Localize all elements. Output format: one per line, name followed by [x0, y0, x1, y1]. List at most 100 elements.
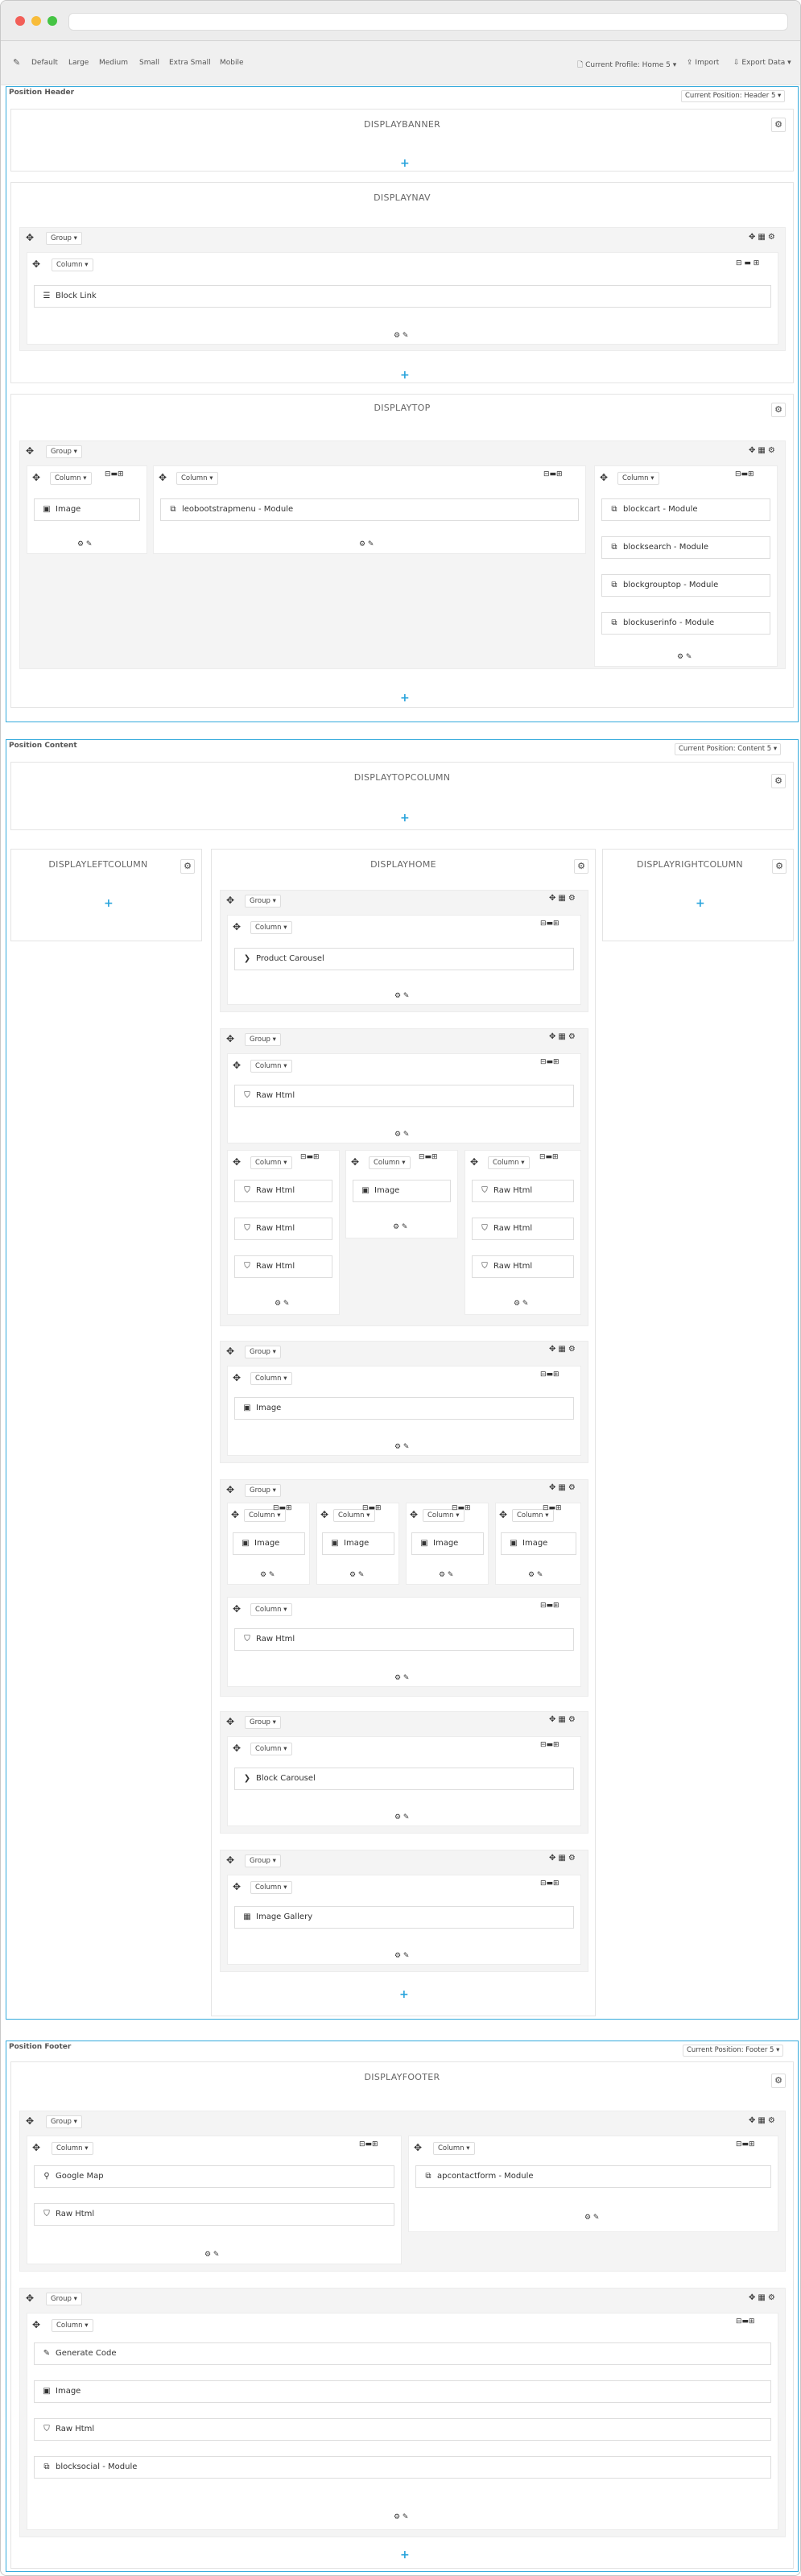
block-element[interactable]: ⛉ Raw Html — [234, 1218, 332, 1240]
column-dropdown[interactable]: Column ▾ — [250, 1603, 292, 1616]
move-handle-icon[interactable]: ✥ — [410, 1510, 418, 1520]
block-element[interactable]: ❯ Block Carousel — [234, 1768, 574, 1790]
block-element[interactable]: ⛉ Raw Html — [472, 1180, 574, 1202]
block-element[interactable]: ▣ Image — [34, 2380, 771, 2403]
move-handle-icon[interactable]: ✥ — [226, 1855, 234, 1865]
column-settings-icons[interactable]: ⚙ ✎ — [393, 1223, 407, 1231]
column-size-icons[interactable]: ⊟▬⊞ — [543, 1504, 562, 1512]
device-small[interactable]: Small — [139, 59, 159, 67]
move-handle-icon[interactable]: ✥ — [32, 2143, 40, 2152]
column-size-icons[interactable]: ⊟▬⊞ — [452, 1504, 471, 1512]
device-extra-small[interactable]: Extra Small — [169, 59, 211, 67]
add-group-plus-icon[interactable]: + — [400, 812, 410, 824]
group-action-icons[interactable]: ✥▦⚙ — [749, 2293, 778, 2302]
group-action-icons[interactable]: ✥▦⚙ — [749, 2116, 778, 2125]
group-dropdown[interactable]: Group ▾ — [46, 2293, 82, 2305]
group-dropdown[interactable]: Group ▾ — [245, 1854, 281, 1867]
block-element[interactable]: ☰ Block Link — [34, 285, 771, 308]
column-dropdown[interactable]: Column ▾ — [369, 1156, 411, 1169]
group-dropdown[interactable]: Group ▾ — [245, 895, 281, 908]
gear-icon[interactable]: ⚙ — [771, 2074, 786, 2088]
group-dropdown[interactable]: Group ▾ — [245, 1346, 281, 1358]
move-handle-icon[interactable]: ✥ — [26, 2293, 34, 2303]
column-size-icons[interactable]: ⊟▬⊞ — [540, 1741, 559, 1749]
column-dropdown[interactable]: Column ▾ — [433, 2142, 475, 2155]
group-action-icons[interactable]: ✥▦⚙ — [549, 1345, 578, 1354]
group-dropdown[interactable]: Group ▾ — [46, 232, 82, 245]
column-settings-icons[interactable]: ⚙ ✎ — [528, 1571, 543, 1579]
group-action-icons[interactable]: ✥▦⚙ — [749, 233, 778, 242]
position-select-button[interactable]: Current Position: Footer 5 ▾ — [683, 2045, 784, 2057]
device-medium[interactable]: Medium — [99, 59, 128, 67]
move-handle-icon[interactable]: ✥ — [226, 1717, 234, 1726]
block-element[interactable]: ▣ Image — [234, 1397, 574, 1420]
block-element[interactable]: ▣ Image — [411, 1532, 484, 1555]
column-settings-icons[interactable]: ⚙ ✎ — [349, 1571, 364, 1579]
column-dropdown[interactable]: Column ▾ — [52, 2319, 93, 2332]
group-action-icons[interactable]: ✥▦⚙ — [549, 1854, 578, 1863]
group-dropdown[interactable]: Group ▾ — [245, 1484, 281, 1497]
add-group-plus-icon[interactable]: + — [400, 370, 410, 381]
move-handle-icon[interactable]: ✥ — [233, 1157, 241, 1167]
block-element[interactable]: ▣ Image — [34, 498, 140, 521]
group-action-icons[interactable]: ✥▦⚙ — [549, 894, 578, 903]
gear-icon[interactable]: ⚙ — [771, 774, 786, 788]
column-dropdown[interactable]: Column ▾ — [176, 472, 218, 485]
block-element[interactable]: ⛉ Raw Html — [472, 1218, 574, 1240]
column-size-icons[interactable]: ⊟▬⊞ — [540, 1371, 559, 1379]
column-size-icons[interactable]: ⊟ ▬ ⊞ — [736, 259, 759, 267]
column-size-icons[interactable]: ⊟▬⊞ — [735, 470, 754, 478]
group-action-icons[interactable]: ✥▦⚙ — [549, 1032, 578, 1041]
add-group-plus-icon[interactable]: + — [399, 1989, 409, 2000]
column-size-icons[interactable]: ⊟▬⊞ — [273, 1504, 292, 1512]
group-dropdown[interactable]: Group ▾ — [245, 1716, 281, 1729]
column-settings-icons[interactable]: ⚙ ✎ — [677, 653, 692, 661]
column-size-icons[interactable]: ⊟▬⊞ — [540, 1879, 559, 1888]
block-element[interactable]: ⧉ leobootstrapmenu - Module — [160, 498, 579, 521]
group-action-icons[interactable]: ✥▦⚙ — [549, 1715, 578, 1724]
move-handle-icon[interactable]: ✥ — [499, 1510, 507, 1520]
address-bar[interactable] — [68, 13, 788, 31]
block-element[interactable]: ⚲ Google Map — [34, 2165, 394, 2188]
block-element[interactable]: ⧉ blocksocial - Module — [34, 2456, 771, 2479]
move-handle-icon[interactable]: ✥ — [233, 1604, 241, 1614]
move-handle-icon[interactable]: ✥ — [320, 1510, 328, 1520]
move-handle-icon[interactable]: ✥ — [32, 473, 40, 482]
column-size-icons[interactable]: ⊟▬⊞ — [543, 470, 563, 478]
column-settings-icons[interactable]: ⚙ ✎ — [394, 1131, 409, 1139]
move-handle-icon[interactable]: ✥ — [414, 2143, 422, 2152]
move-handle-icon[interactable]: ✥ — [226, 1485, 234, 1495]
add-group-plus-icon[interactable]: + — [696, 898, 705, 909]
block-element[interactable]: ⧉ blockuserinfo - Module — [601, 612, 770, 635]
device-mobile[interactable]: Mobile — [220, 59, 244, 67]
column-dropdown[interactable]: Column ▾ — [250, 1881, 292, 1894]
column-settings-icons[interactable]: ⚙ ✎ — [439, 1571, 453, 1579]
column-settings-icons[interactable]: ⚙ ✎ — [514, 1300, 528, 1308]
move-handle-icon[interactable]: ✥ — [159, 473, 167, 482]
column-dropdown[interactable]: Column ▾ — [250, 1743, 292, 1755]
column-settings-icons[interactable]: ⚙ ✎ — [584, 2214, 599, 2222]
block-element[interactable]: ⧉ blocksearch - Module — [601, 536, 770, 559]
column-size-icons[interactable]: ⊟▬⊞ — [540, 1058, 559, 1066]
add-group-plus-icon[interactable]: + — [400, 693, 410, 704]
column-dropdown[interactable]: Column ▾ — [250, 1372, 292, 1385]
column-size-icons[interactable]: ⊟▬⊞ — [105, 470, 124, 478]
move-handle-icon[interactable]: ✥ — [233, 1061, 241, 1070]
export-button[interactable]: ⇩ Export Data ▾ — [733, 59, 791, 67]
add-group-plus-icon[interactable]: + — [400, 2549, 410, 2561]
move-handle-icon[interactable]: ✥ — [600, 473, 608, 482]
gear-icon[interactable]: ⚙ — [180, 859, 195, 874]
column-size-icons[interactable]: ⊟▬⊞ — [300, 1153, 320, 1161]
move-handle-icon[interactable]: ✥ — [226, 1346, 234, 1356]
column-size-icons[interactable]: ⊟▬⊞ — [362, 1504, 382, 1512]
column-size-icons[interactable]: ⊟▬⊞ — [540, 1602, 559, 1610]
gear-icon[interactable]: ⚙ — [574, 859, 588, 874]
column-settings-icons[interactable]: ⚙ ✎ — [359, 540, 374, 548]
column-size-icons[interactable]: ⊟▬⊞ — [359, 2140, 378, 2148]
move-handle-icon[interactable]: ✥ — [470, 1157, 478, 1167]
move-handle-icon[interactable]: ✥ — [231, 1510, 239, 1520]
column-dropdown[interactable]: Column ▾ — [488, 1156, 530, 1169]
group-action-icons[interactable]: ✥▦⚙ — [549, 1483, 578, 1492]
block-element[interactable]: ⛉ Raw Html — [234, 1180, 332, 1202]
move-handle-icon[interactable]: ✥ — [32, 2320, 40, 2330]
